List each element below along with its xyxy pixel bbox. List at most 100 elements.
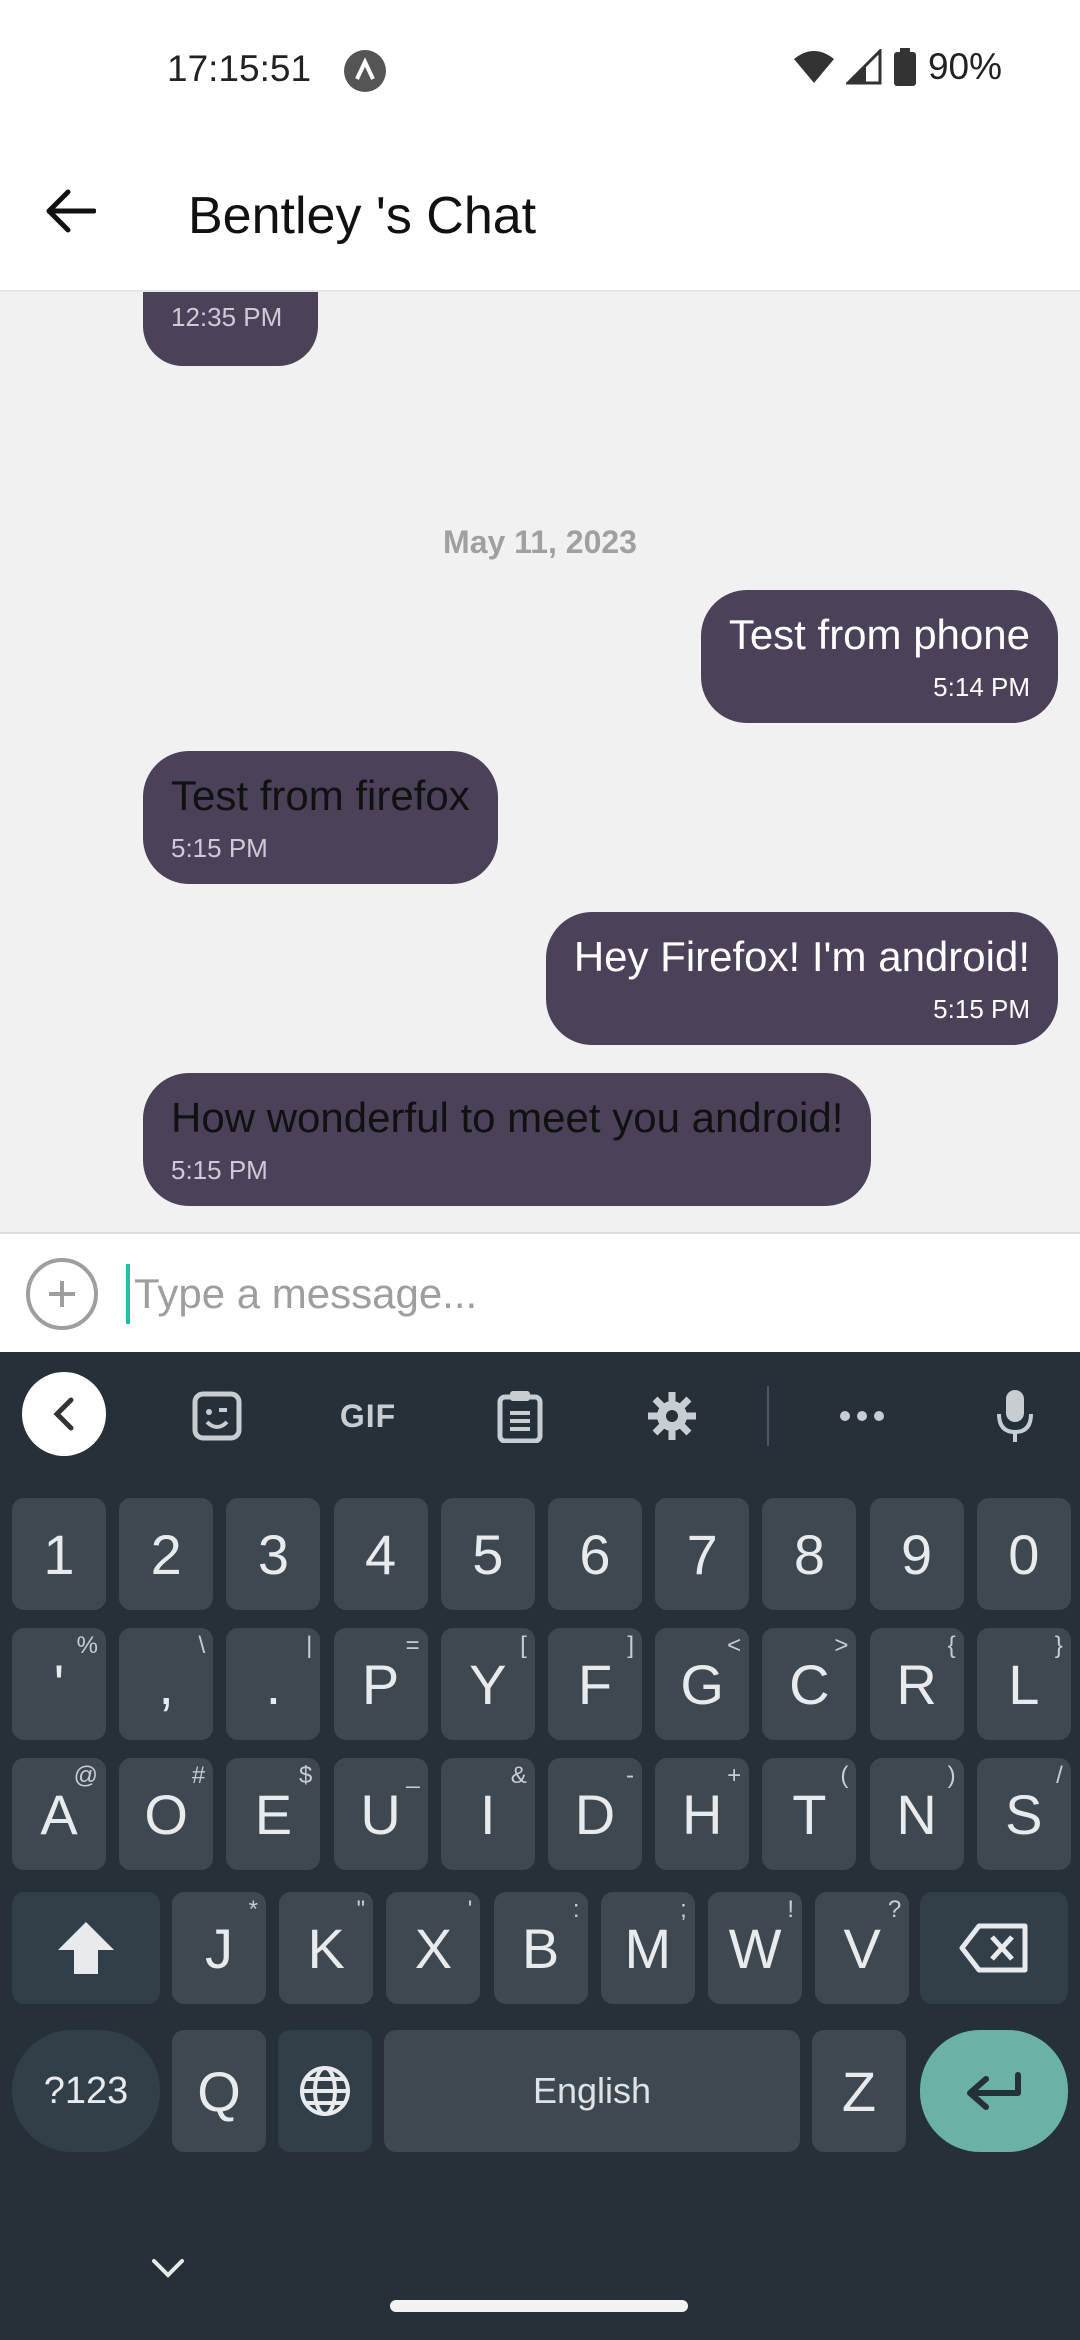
wifi-icon: [793, 51, 834, 83]
key-p[interactable]: P =: [333, 1628, 428, 1740]
key-label: V: [843, 1916, 881, 1980]
key-label: F: [577, 1652, 613, 1716]
key-hint: [: [520, 1632, 527, 1659]
key-symbol[interactable]: , \: [119, 1628, 214, 1740]
key-s[interactable]: S /: [976, 1758, 1071, 1870]
key-r[interactable]: R{: [869, 1628, 964, 1740]
key-hint: {: [947, 1632, 956, 1659]
gif-button[interactable]: GIF: [326, 1374, 410, 1458]
key-label: X: [414, 1916, 453, 1980]
symbols-key[interactable]: ?123: [12, 2030, 160, 2152]
key-symbol[interactable]: . |: [226, 1628, 321, 1740]
key-8[interactable]: 8: [762, 1498, 857, 1610]
key-1[interactable]: 1: [12, 1498, 106, 1610]
key-3[interactable]: 3: [226, 1498, 321, 1610]
message-input[interactable]: [134, 1262, 1034, 1326]
key-label: 0: [1008, 1522, 1040, 1586]
key-a[interactable]: A @: [12, 1758, 106, 1870]
key-f[interactable]: F]: [548, 1628, 642, 1740]
key-k[interactable]: K ": [279, 1892, 374, 2004]
key-5[interactable]: 5: [440, 1498, 535, 1610]
key-6[interactable]: 6: [548, 1498, 642, 1610]
key-0[interactable]: 0: [976, 1498, 1071, 1610]
key-u[interactable]: U _: [333, 1758, 428, 1870]
key-2[interactable]: 2: [119, 1498, 214, 1610]
voice-input-button[interactable]: [973, 1374, 1057, 1458]
key-label: ,: [158, 1652, 174, 1716]
key-i[interactable]: I &: [440, 1758, 535, 1870]
key-hint: >: [834, 1632, 849, 1659]
message-bubble-partial[interactable]: 12:35 PM: [143, 292, 318, 366]
key-7[interactable]: 7: [655, 1498, 750, 1610]
message-time: 5:15 PM: [171, 833, 268, 863]
battery-icon: [893, 48, 916, 86]
key-label: J: [205, 1916, 233, 1980]
key-label: 8: [793, 1522, 825, 1586]
key-e[interactable]: E $: [226, 1758, 321, 1870]
key-label: H: [681, 1782, 723, 1846]
clipboard-icon: [497, 1391, 543, 1443]
plus-circle-icon: [49, 1281, 75, 1307]
more-button[interactable]: [820, 1374, 904, 1458]
navigation-gesture-bar[interactable]: [390, 2300, 688, 2312]
key-o[interactable]: O #: [119, 1758, 214, 1870]
key-label: B: [521, 1916, 560, 1980]
key-v[interactable]: V?: [815, 1892, 910, 2004]
cell-signal-icon: [845, 49, 882, 85]
key-label: I: [480, 1782, 496, 1846]
battery-percent: 90%: [927, 46, 1002, 87]
key-c[interactable]: C >: [762, 1628, 857, 1740]
key-label: P: [361, 1652, 400, 1716]
message-bubble-sent[interactable]: Test from phone 5:14 PM: [700, 590, 1058, 723]
space-key[interactable]: English: [384, 2030, 800, 2152]
key-hint: \: [198, 1632, 206, 1659]
key-hint: =: [405, 1632, 420, 1659]
key-y[interactable]: Y[: [440, 1628, 535, 1740]
key-z[interactable]: Z: [812, 2030, 906, 2152]
message-bubble-received[interactable]: Test from firefox 5:15 PM: [143, 751, 498, 884]
key-l[interactable]: L}: [976, 1628, 1071, 1740]
key-symbol[interactable]: '%: [12, 1628, 106, 1740]
key-t[interactable]: T(: [762, 1758, 857, 1870]
key-label: U: [360, 1782, 401, 1846]
key-m[interactable]: M;: [600, 1892, 695, 2004]
key-label: E: [254, 1782, 293, 1846]
key-b[interactable]: B:: [493, 1892, 588, 2004]
key-j[interactable]: J *: [172, 1892, 266, 2004]
keyboard-settings-button[interactable]: [630, 1374, 714, 1458]
key-d[interactable]: D-: [548, 1758, 642, 1870]
key-label: L: [1008, 1652, 1040, 1716]
key-hint: &: [510, 1762, 527, 1789]
key-h[interactable]: H +: [655, 1758, 750, 1870]
key-hint: }: [1054, 1632, 1063, 1659]
back-button[interactable]: [40, 180, 102, 242]
chat-messages[interactable]: 12:35 PM May 11, 2023 Test from phone 5:…: [0, 292, 1080, 1232]
message-bubble-sent[interactable]: Hey Firefox! I'm android! 5:15 PM: [545, 912, 1058, 1045]
message-time: 5:15 PM: [933, 994, 1030, 1024]
backspace-key[interactable]: [920, 1892, 1068, 2004]
hide-keyboard-icon[interactable]: [150, 2257, 186, 2281]
status-time: 17:15:51: [167, 48, 312, 89]
key-label: 1: [43, 1522, 75, 1586]
language-key[interactable]: [278, 2030, 372, 2152]
message-bubble-received[interactable]: How wonderful to meet you android! 5:15 …: [143, 1073, 872, 1206]
key-n[interactable]: N): [869, 1758, 964, 1870]
key-x[interactable]: X ': [386, 1892, 481, 2004]
key-9[interactable]: 9: [869, 1498, 964, 1610]
key-w[interactable]: W!: [708, 1892, 802, 2004]
sticker-button[interactable]: [175, 1374, 259, 1458]
key-label: N: [896, 1782, 937, 1846]
enter-key[interactable]: [920, 2030, 1068, 2152]
key-4[interactable]: 4: [333, 1498, 428, 1610]
add-attachment-button[interactable]: [26, 1258, 98, 1330]
key-hint: %: [76, 1632, 98, 1659]
keyboard-collapse-button[interactable]: [22, 1372, 106, 1456]
message-text: Hey Firefox! I'm android!: [573, 933, 1030, 980]
key-g[interactable]: G <: [655, 1628, 750, 1740]
key-label: 2: [150, 1522, 182, 1586]
key-q[interactable]: Q: [172, 2030, 266, 2152]
shift-key[interactable]: [12, 1892, 160, 2004]
key-label: G: [680, 1652, 724, 1716]
clipboard-button[interactable]: [478, 1374, 562, 1458]
key-label: 5: [472, 1522, 504, 1586]
